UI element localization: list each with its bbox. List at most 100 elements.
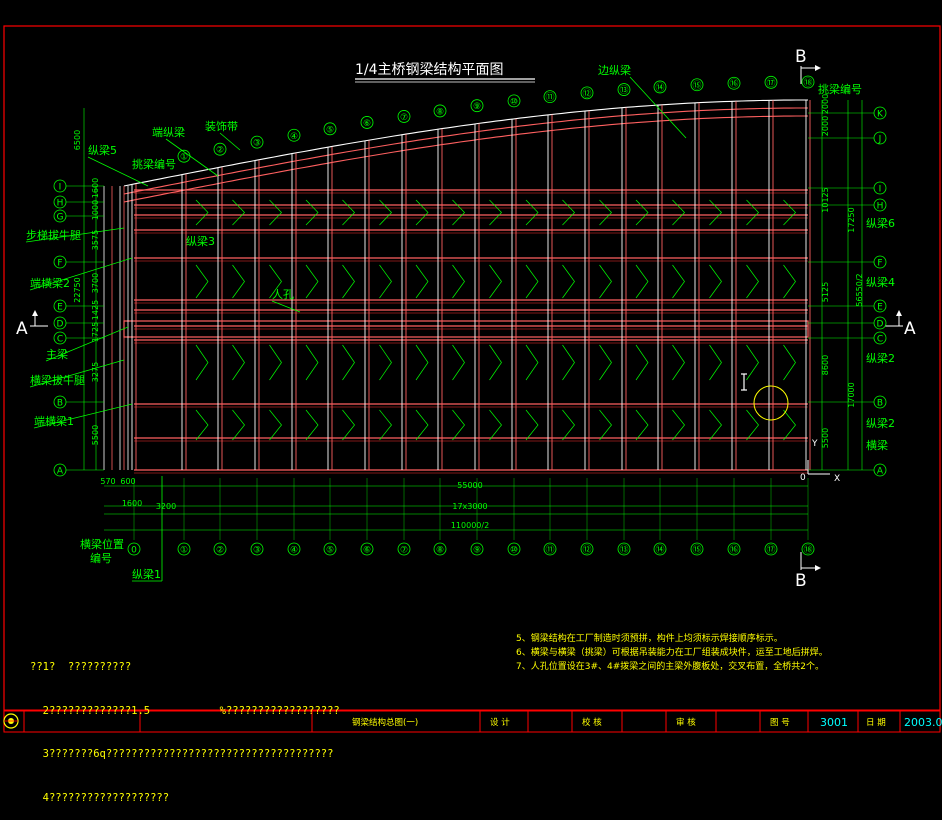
title-block-drawing-no: 3001 [820, 716, 848, 729]
title-block-date: 2003.0 [904, 716, 942, 729]
grid-label-top-15: ⑮ [692, 80, 701, 91]
dim-left-0: 6500 [73, 130, 82, 150]
grid-label-bottom-4: ④ [290, 546, 298, 556]
grid-label-bottom-17: ⑰ [766, 545, 775, 556]
grid-label-top-7: ⑦ [400, 113, 408, 123]
row-label-left-E: E [57, 303, 63, 313]
callout-bianzongliang: 边纵梁 [598, 63, 631, 77]
grid-label-bottom-12: ⑫ [582, 545, 591, 556]
title-block-drawing-no-label: 图 号 [770, 718, 790, 728]
grid-label-bottom-7: ⑦ [400, 546, 408, 556]
callout-zongliang1: 纵梁1 [132, 567, 161, 581]
grid-label-bottom-8: ⑧ [436, 546, 444, 556]
svg-text:B: B [795, 47, 807, 67]
dim-right-7: 17000 [847, 382, 856, 407]
row-label-left-H: H [57, 199, 64, 209]
grid-label-bottom-6: ⑥ [363, 546, 371, 556]
svg-text:A: A [16, 319, 28, 339]
row-label-right-E: E [877, 303, 883, 313]
title-block-check-label: 校 核 [582, 717, 602, 728]
callout-duanhengliang1: 端横梁1 [34, 414, 74, 428]
grid-label-top-13: ⑬ [619, 85, 628, 96]
note-6: 6、横梁与横梁（挑梁）可根据吊装能力在工厂组装成块件，运至工地后拼焊。 [516, 648, 828, 658]
grid-label-top-3: ③ [253, 139, 261, 149]
grid-label-top-10: ⑩ [510, 97, 518, 107]
dim-bottom-2: 1600 [122, 499, 142, 508]
note-line-4: 4??????????????????? [30, 791, 170, 804]
svg-text:A: A [904, 319, 916, 339]
dim-bottom-4: 55000 [457, 481, 482, 490]
svg-text:X: X [834, 474, 840, 484]
title-block-design-label: 设 计 [490, 717, 510, 728]
dim-right-4: 5125 [821, 282, 830, 302]
note-7: 7、人孔位置设在3#、4#拨梁之间的主梁外腹板处，交叉布置，全桥共2个。 [516, 662, 824, 672]
grid-label-bottom-5: ⑤ [326, 546, 334, 556]
grid-label-top-8: ⑧ [436, 107, 444, 117]
note-line-1: ??1? ?????????? [30, 661, 132, 673]
dim-bottom-5: 17x3000 [452, 502, 487, 511]
dim-bottom-6: 110000/2 [451, 521, 489, 530]
notes-left: ??1? ?????????? 2?????????????1.5 %?????… [30, 631, 340, 820]
row-label-left-D: D [57, 320, 64, 330]
dim-right-5: 56550/2 [855, 273, 864, 306]
callout-zongliang5: 纵梁5 [88, 143, 117, 157]
row-label-right-A: A [877, 467, 884, 477]
grid-label-bottom-1: ① [180, 546, 188, 556]
callout-zongliang2-upper: 纵梁2 [866, 351, 895, 365]
callout-zongliang3: 纵梁3 [186, 234, 215, 248]
dim-left-4: 3700 [91, 273, 100, 293]
callout-tiaoliang-bianhao-right: 挑梁编号 [818, 82, 862, 96]
grid-label-top-11: ⑪ [545, 92, 554, 103]
dim-right-1: 2000 [821, 94, 830, 114]
grid-label-bottom-18: ⑱ [803, 545, 812, 556]
callout-zongliang6: 纵梁6 [866, 216, 895, 230]
grid-label-top-14: ⑭ [655, 82, 664, 93]
grid-label-bottom-14: ⑭ [655, 545, 664, 556]
row-label-right-D: D [877, 320, 884, 330]
dim-bottom-1: 600 [120, 477, 135, 486]
svg-text:Y: Y [811, 439, 818, 449]
dim-bottom-0: 570 [100, 477, 115, 486]
row-label-left-C: C [57, 335, 63, 345]
callout-zhuliang: 主梁 [46, 347, 68, 361]
row-label-right-J: J [878, 135, 882, 145]
drawing-title: 1/4主桥钢梁结构平面图 [355, 62, 504, 78]
grid-label-top-12: ⑫ [582, 88, 591, 99]
row-label-left-G: G [57, 213, 64, 223]
grid-label-top-17: ⑰ [766, 78, 775, 89]
dim-right-8: 5500 [821, 428, 830, 448]
dim-right-3: 17250 [847, 207, 856, 232]
dim-left-5: 1425 [91, 300, 100, 320]
grid-label-bottom-9: ⑨ [473, 546, 481, 556]
row-label-left-I: I [59, 183, 62, 193]
dim-right-6: 8600 [821, 355, 830, 375]
dim-left-1: 1600 [91, 178, 100, 198]
dim-left-2: 1000 [91, 200, 100, 220]
grid-label-bottom-10: ⑩ [510, 546, 518, 556]
note-line-2: 2?????????????1.5 %?????????????????? [30, 704, 340, 717]
title-block-date-label: 日 期 [866, 718, 886, 728]
grid-label-top-6: ⑥ [363, 119, 371, 129]
row-label-right-H: H [877, 202, 884, 212]
grid-label-bottom-13: ⑬ [619, 545, 628, 556]
callout-bianhao: 编号 [90, 551, 112, 565]
grid-label-top-9: ⑨ [473, 102, 481, 112]
row-label-left-A: A [57, 467, 64, 477]
grid-label-top-18: ⑱ [803, 78, 812, 89]
svg-text:B: B [795, 571, 807, 591]
row-label-right-C: C [877, 335, 883, 345]
grid-label-bottom-3: ③ [253, 546, 261, 556]
grid-label-top-2: ② [216, 146, 224, 156]
dim-bottom-3: 3200 [156, 502, 176, 511]
notes-right: 5、钢梁结构在工厂制造时须预拼，构件上均须标示焊接顺序标示。 6、横梁与横梁（挑… [516, 632, 828, 674]
svg-text:0: 0 [800, 473, 806, 483]
grid-label-bottom-16: ⑯ [729, 545, 738, 556]
row-label-left-F: F [57, 259, 62, 269]
grid-label-bottom-2: ② [216, 546, 224, 556]
title-block-drawing-name: 钢梁结构总图(一) [352, 717, 418, 728]
dim-left-9: 5500 [91, 425, 100, 445]
row-label-right-F: F [877, 259, 882, 269]
grid-label-bottom-15: ⑮ [692, 545, 701, 556]
callout-hengliang-right: 横梁 [866, 438, 888, 452]
dim-left-8: 3275 [91, 362, 100, 382]
